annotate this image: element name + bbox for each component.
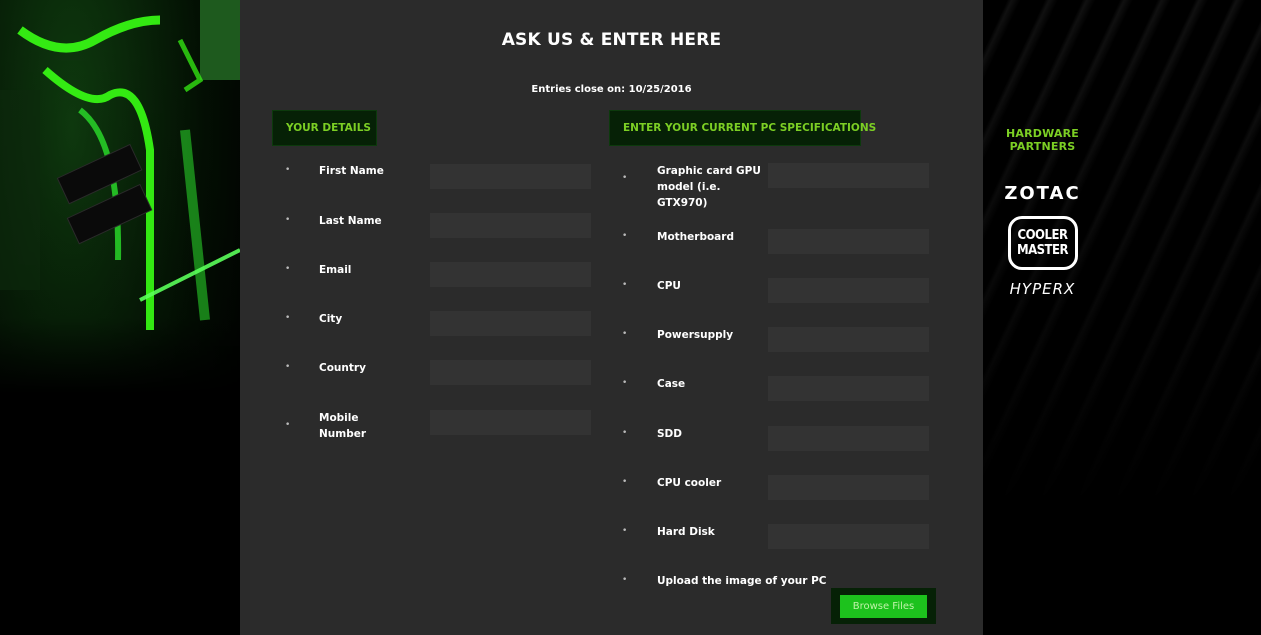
- decorative-stripes-background: [983, 0, 1261, 635]
- mobile-number-input[interactable]: [430, 410, 591, 435]
- bullet: •: [622, 526, 628, 536]
- bullet: •: [285, 362, 291, 372]
- sdd-label: SDD: [657, 428, 682, 440]
- bullet: •: [285, 313, 291, 323]
- bullet: •: [622, 173, 628, 183]
- cpu-label: CPU: [657, 280, 681, 292]
- motherboard-input[interactable]: [768, 229, 929, 254]
- entry-form-panel: ASK US & ENTER HERE Entries close on: 10…: [240, 0, 983, 635]
- motherboard-label: Motherboard: [657, 231, 734, 243]
- browse-files-button[interactable]: Browse Files: [840, 594, 927, 618]
- city-label: City: [319, 313, 343, 325]
- country-input[interactable]: [430, 360, 591, 385]
- first-name-label: First Name: [319, 165, 384, 177]
- city-input[interactable]: [430, 311, 591, 336]
- powersupply-label: Powersupply: [657, 329, 734, 341]
- bullet: •: [285, 165, 291, 175]
- your-details-header: YOUR DETAILS: [272, 110, 377, 146]
- pc-specs-header: ENTER YOUR CURRENT PC SPECIFICATIONS: [609, 110, 876, 146]
- cpu-cooler-label: CPU cooler: [657, 477, 722, 489]
- hard-disk-input[interactable]: [768, 524, 929, 549]
- gpu-input[interactable]: [768, 163, 929, 188]
- bullet: •: [622, 329, 628, 339]
- hardware-partners: HARDWARE PARTNERS ZOTAC COOLER MASTER HY…: [990, 127, 1095, 298]
- bullet: •: [285, 420, 291, 430]
- cpu-cooler-input[interactable]: [768, 475, 929, 500]
- powersupply-input[interactable]: [768, 327, 929, 352]
- upload-image-label: Upload the image of your PC: [657, 575, 827, 587]
- bullet: •: [622, 477, 628, 487]
- mobile-number-label: Mobile Number: [319, 412, 367, 440]
- zotac-logo: ZOTAC: [1004, 183, 1081, 204]
- bullet: •: [285, 264, 291, 274]
- email-label: Email: [319, 264, 352, 276]
- case-input[interactable]: [768, 376, 929, 401]
- gpu-label: Graphic card GPU model (i.e. GTX970): [657, 165, 761, 209]
- cpu-input[interactable]: [768, 278, 929, 303]
- browse-files-container: Browse Files: [831, 588, 936, 624]
- bullet: •: [622, 378, 628, 388]
- hard-disk-label: Hard Disk: [657, 526, 715, 538]
- country-label: Country: [319, 362, 366, 374]
- coolermaster-logo: COOLER MASTER: [1007, 216, 1078, 270]
- page-title: ASK US & ENTER HERE: [501, 30, 722, 50]
- email-input[interactable]: [430, 262, 591, 287]
- bullet: •: [622, 575, 628, 585]
- bullet: •: [622, 428, 628, 438]
- bullet: •: [285, 215, 291, 225]
- entries-close-date: Entries close on: 10/25/2016: [531, 84, 692, 95]
- last-name-label: Last Name: [319, 215, 382, 227]
- last-name-input[interactable]: [430, 213, 591, 238]
- decorative-pc-image: [0, 0, 240, 635]
- partners-title: HARDWARE PARTNERS: [1005, 127, 1080, 153]
- first-name-input[interactable]: [430, 164, 591, 189]
- bullet: •: [622, 231, 628, 241]
- hyperx-logo: HYPERX: [1009, 280, 1076, 298]
- case-label: Case: [657, 378, 686, 390]
- sdd-input[interactable]: [768, 426, 929, 451]
- bullet: •: [622, 280, 628, 290]
